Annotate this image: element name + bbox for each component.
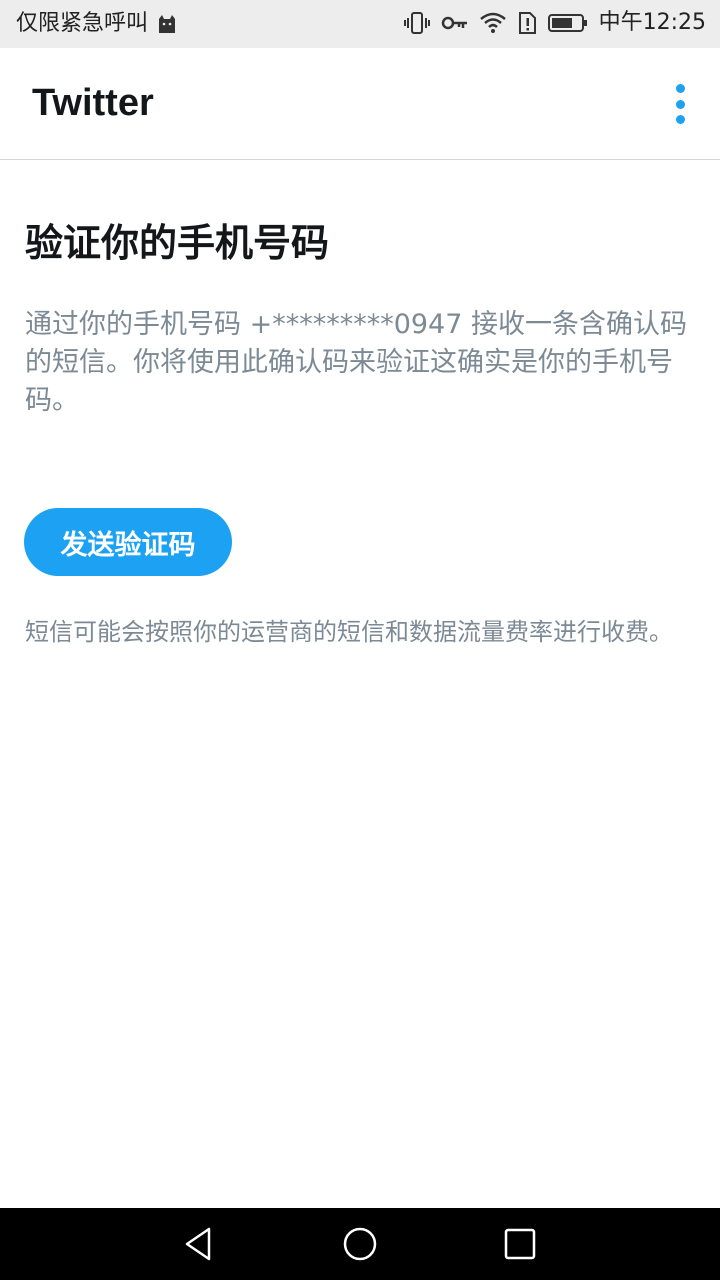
back-icon[interactable] [180, 1224, 220, 1264]
cat-icon [156, 13, 178, 35]
app-title: Twitter [32, 82, 154, 124]
app-bar: Twitter [0, 48, 720, 160]
status-left: 仅限紧急呼叫 [16, 10, 178, 38]
status-bar: 仅限紧急呼叫 中午12:25 [0, 0, 720, 48]
page-title: 验证你的手机号码 [25, 221, 330, 265]
sms-disclaimer: 短信可能会按照你的运营商的短信和数据流量费率进行收费。 [25, 618, 673, 646]
more-vert-icon[interactable] [668, 80, 692, 128]
carrier-text: 仅限紧急呼叫 [16, 11, 149, 36]
clock: 中午12:25 [598, 10, 706, 35]
nav-bar [0, 1208, 720, 1280]
description-text: 通过你的手机号码 +*********0947 接收一条含确认码的短信。你将使用… [25, 309, 688, 416]
home-icon[interactable] [340, 1224, 380, 1264]
wifi-icon [479, 10, 507, 36]
screen: 仅限紧急呼叫 中午12:25 Twitter 验证你的手机号码 通过你的手机号码… [0, 0, 720, 1280]
vibrate-icon [403, 10, 431, 36]
status-right: 中午12:25 [403, 9, 706, 37]
send-code-button[interactable]: 发送验证码 [24, 508, 232, 576]
menu-dot [675, 115, 685, 124]
menu-dot [675, 84, 685, 93]
recents-icon[interactable] [500, 1224, 540, 1264]
menu-dot [675, 99, 685, 109]
sim-alert-icon [517, 10, 537, 36]
key-icon [441, 10, 469, 36]
battery-icon [547, 10, 589, 36]
